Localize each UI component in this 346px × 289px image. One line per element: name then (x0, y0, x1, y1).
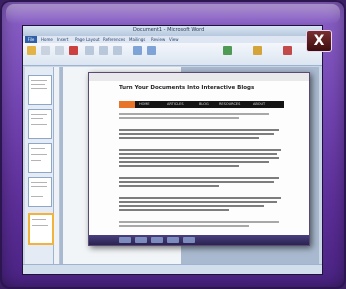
numbering-icon[interactable] (99, 46, 108, 55)
tab-page-layout[interactable]: Page Layout (75, 37, 100, 42)
edit-icon[interactable] (283, 46, 292, 55)
navigation-pane (25, 67, 54, 264)
frame-shine (6, 4, 340, 24)
page-thumbnail[interactable] (28, 177, 52, 207)
page-thumbnail[interactable] (28, 143, 52, 173)
inner-nav-item: ABOUT (253, 102, 266, 106)
font-icon[interactable] (41, 46, 50, 55)
page-thumbnail[interactable] (28, 109, 52, 139)
tab-references[interactable]: References (103, 37, 125, 42)
styles-icon[interactable] (133, 46, 142, 55)
app-frame: Document1 - Microsoft Word File Home Ins… (0, 0, 346, 289)
font-size-icon[interactable] (55, 46, 64, 55)
inner-nav-item: HOME (139, 102, 150, 106)
bullets-icon[interactable] (85, 46, 94, 55)
align-icon[interactable] (113, 46, 122, 55)
tab-file[interactable]: File (25, 36, 37, 43)
tab-view[interactable]: View (169, 37, 179, 42)
tab-insert[interactable]: Insert (57, 37, 68, 42)
tab-home[interactable]: Home (41, 37, 53, 42)
tab-mailings[interactable]: Mailings (129, 37, 145, 42)
find-icon[interactable] (253, 46, 262, 55)
inner-titlebar (89, 73, 309, 81)
inner-taskbar (89, 235, 309, 245)
font-color-icon[interactable] (69, 46, 78, 55)
share-icon[interactable] (223, 46, 232, 55)
ribbon (23, 43, 322, 66)
word-title: Document1 - Microsoft Word (133, 27, 205, 33)
inner-nav-item: ARTICLES (167, 102, 184, 106)
inner-nav-bar: HOME ARTICLES BLOG RESOURCES ABOUT (119, 101, 284, 108)
word-titlebar: Document1 - Microsoft Word (23, 26, 322, 36)
inserted-screenshot[interactable]: Turn Your Documents Into Interactive Blo… (88, 72, 310, 246)
inner-nav-item: BLOG (199, 102, 209, 106)
close-button[interactable]: X (306, 30, 332, 52)
status-bar (23, 264, 322, 274)
inner-nav-item: RESOURCES (219, 102, 241, 106)
styles-icon-2[interactable] (147, 46, 156, 55)
page-thumbnail[interactable] (28, 75, 52, 105)
inner-heading: Turn Your Documents Into Interactive Blo… (119, 85, 255, 91)
paste-icon[interactable] (27, 46, 36, 55)
page-thumbnail-selected[interactable] (28, 213, 54, 245)
ribbon-tabs: File Home Insert Page Layout References … (23, 36, 322, 43)
tab-review[interactable]: Review (151, 37, 165, 42)
inner-nav-accent (119, 101, 135, 108)
